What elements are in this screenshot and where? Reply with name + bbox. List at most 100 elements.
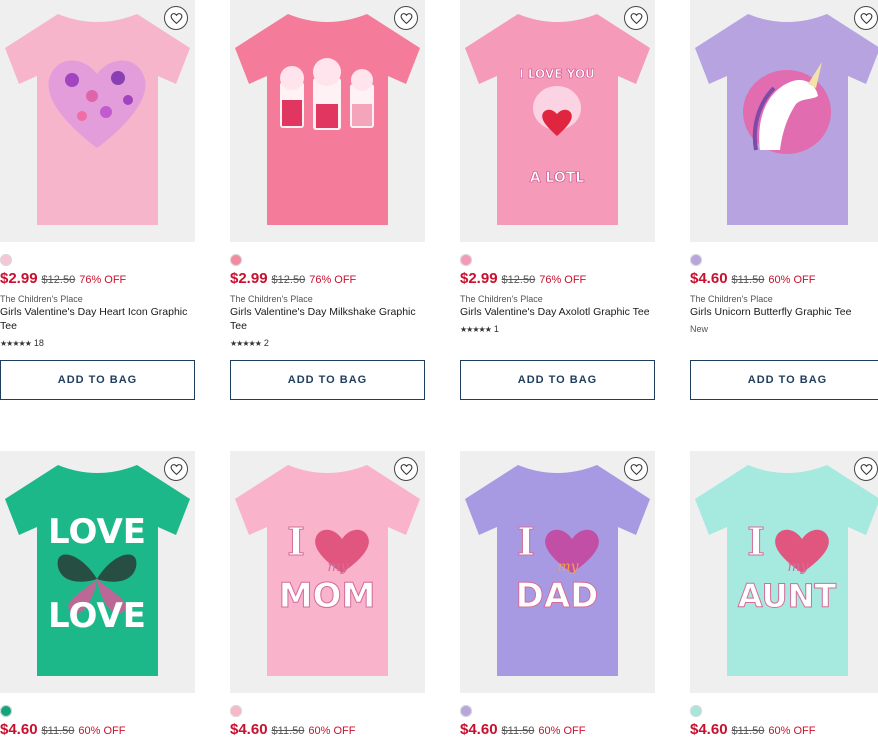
product-card: LOVE LOVE $4.60 $11.50 60% OFF (0, 451, 195, 738)
product-image[interactable]: I LOVE YOU A LOTL (460, 0, 655, 242)
heart-outline-icon (630, 463, 642, 475)
original-price: $12.50 (501, 274, 536, 286)
sale-price: $2.99 (230, 270, 268, 287)
star-icon: ★★★★★ (0, 339, 32, 348)
color-swatch[interactable] (690, 705, 702, 717)
svg-text:LOVE: LOVE (48, 512, 146, 552)
color-swatch[interactable] (0, 705, 12, 717)
product-name[interactable]: Girls Unicorn Butterfly Graphic Tee (690, 305, 878, 319)
color-swatch[interactable] (460, 705, 472, 717)
favorite-button[interactable] (854, 457, 878, 481)
new-badge: New (690, 324, 709, 334)
favorite-button[interactable] (164, 457, 188, 481)
discount-label: 60% OFF (78, 725, 126, 737)
color-swatch[interactable] (460, 254, 472, 266)
favorite-button[interactable] (394, 6, 418, 30)
tshirt-image: I my DAD (465, 465, 650, 676)
product-image[interactable] (230, 0, 425, 242)
price-row: $2.99 $12.50 76% OFF (460, 270, 586, 288)
discount-label: 60% OFF (768, 274, 816, 286)
tshirt-image (235, 14, 420, 225)
svg-text:MOM: MOM (279, 576, 376, 616)
favorite-button[interactable] (624, 6, 648, 30)
heart-outline-icon (630, 12, 642, 24)
favorite-button[interactable] (624, 457, 648, 481)
sale-price: $4.60 (690, 270, 728, 287)
favorite-button[interactable] (394, 457, 418, 481)
color-swatch[interactable] (690, 254, 702, 266)
brand-name: The Children's Place (460, 294, 543, 304)
svg-text:A LOTL: A LOTL (530, 170, 585, 186)
original-price: $12.50 (271, 274, 306, 286)
sale-price: $2.99 (0, 270, 38, 287)
heart-outline-icon (170, 463, 182, 475)
color-swatch[interactable] (230, 705, 242, 717)
price-row: $4.60 $11.50 60% OFF (690, 270, 815, 288)
sale-price: $4.60 (690, 721, 728, 738)
add-to-bag-button[interactable]: ADD TO BAG (460, 360, 655, 400)
original-price: $12.50 (41, 274, 76, 286)
price-row: $4.60 $11.50 60% OFF (690, 721, 815, 739)
discount-label: 60% OFF (308, 725, 356, 737)
heart-outline-icon (400, 12, 412, 24)
product-image[interactable] (690, 0, 878, 242)
tshirt-image: I my AUNT (695, 465, 878, 676)
rating-count: 1 (493, 324, 499, 334)
svg-text:I: I (517, 519, 535, 564)
product-image[interactable]: I my AUNT (690, 451, 878, 693)
svg-text:my: my (557, 559, 579, 575)
tshirt-image: I LOVE YOU A LOTL (465, 14, 650, 225)
product-image[interactable]: I my DAD (460, 451, 655, 693)
product-image[interactable]: LOVE LOVE (0, 451, 195, 693)
product-card: $4.60 $11.50 60% OFF The Children's Place … (690, 0, 878, 400)
price-row: $2.99 $12.50 76% OFF (0, 270, 126, 288)
add-to-bag-button[interactable]: ADD TO BAG (0, 360, 195, 400)
original-price: $11.50 (501, 725, 535, 737)
product-name[interactable]: Girls Valentine's Day Axolotl Graphic Te… (460, 305, 655, 319)
discount-label: 76% OFF (79, 274, 127, 286)
discount-label: 60% OFF (768, 725, 816, 737)
product-card: I my MOM $4.60 $11.50 60% OFF (230, 451, 425, 738)
svg-text:I: I (747, 519, 765, 564)
tshirt-image (5, 14, 190, 225)
add-to-bag-button[interactable]: ADD TO BAG (230, 360, 425, 400)
price-row: $2.99 $12.50 76% OFF (230, 270, 356, 288)
original-price: $11.50 (41, 725, 75, 737)
product-card: $2.99 $12.50 76% OFF The Children's Place … (0, 0, 195, 400)
favorite-button[interactable] (164, 6, 188, 30)
original-price: $11.50 (271, 725, 305, 737)
add-to-bag-button[interactable]: ADD TO BAG (690, 360, 878, 400)
heart-outline-icon (400, 463, 412, 475)
tshirt-image: I my MOM (235, 465, 420, 676)
product-image[interactable] (0, 0, 195, 242)
favorite-button[interactable] (854, 6, 878, 30)
original-price: $11.50 (731, 725, 765, 737)
product-card: I my AUNT $4.60 $11.50 60% OFF (690, 451, 878, 738)
original-price: $11.50 (731, 274, 765, 286)
product-name[interactable]: Girls Valentine's Day Milkshake Graphic … (230, 305, 425, 333)
svg-text:DAD: DAD (516, 576, 599, 616)
tshirt-image: LOVE LOVE (5, 465, 190, 676)
price-row: $4.60 $11.50 60% OFF (0, 721, 125, 739)
color-swatch[interactable] (0, 254, 12, 266)
color-swatch[interactable] (230, 254, 242, 266)
graphic-text: I LOVE YOU (519, 67, 595, 81)
sale-price: $4.60 (0, 721, 38, 738)
brand-name: The Children's Place (690, 294, 773, 304)
product-card: I LOVE YOU A LOTL $2.99 $12.50 76% OFF The… (460, 0, 655, 400)
brand-name: The Children's Place (0, 294, 83, 304)
star-icon: ★★★★★ (460, 325, 492, 334)
rating-count: 2 (263, 338, 269, 348)
svg-text:I: I (287, 519, 305, 564)
price-row: $4.60 $11.50 60% OFF (230, 721, 355, 739)
discount-label: 76% OFF (309, 274, 357, 286)
product-image[interactable]: I my MOM (230, 451, 425, 693)
product-name[interactable]: Girls Valentine's Day Heart Icon Graphic… (0, 305, 195, 333)
svg-text:my: my (787, 559, 809, 575)
rating: ★★★★★ 1 (460, 324, 499, 334)
discount-label: 60% OFF (538, 725, 586, 737)
brand-name: The Children's Place (230, 294, 313, 304)
rating: ★★★★★ 2 (230, 338, 269, 348)
sale-price: $2.99 (460, 270, 498, 287)
svg-text:AUNT: AUNT (738, 577, 837, 615)
